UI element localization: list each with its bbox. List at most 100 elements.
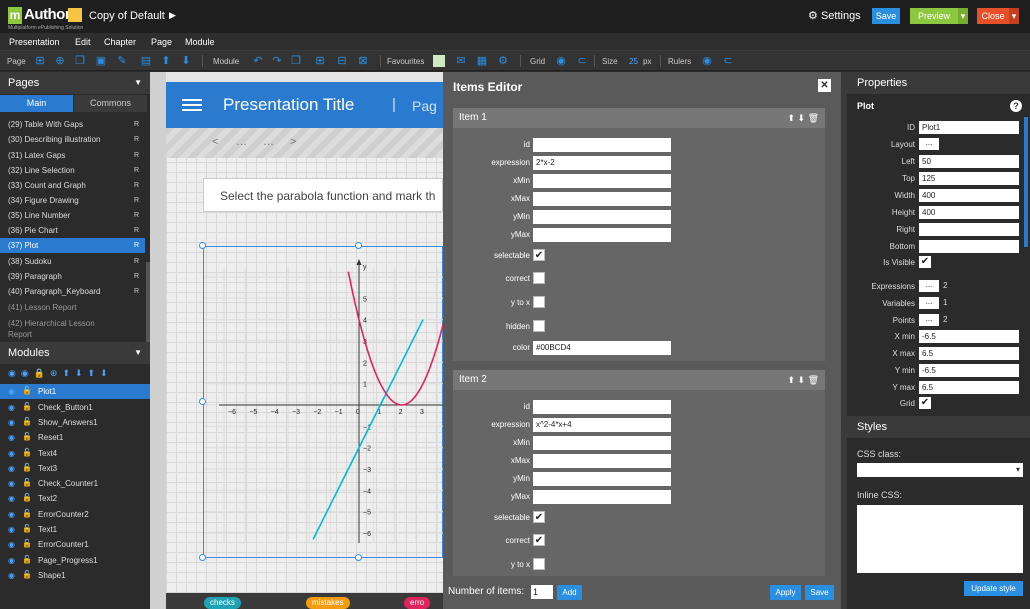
item-hidden-checkbox[interactable] [533,320,545,332]
close-button[interactable]: Close [977,8,1009,24]
item-id-field[interactable] [533,138,671,152]
collapse-chevron-icon[interactable]: ▼ [134,342,142,364]
item-expression-field[interactable]: 2*x-2 [533,156,671,170]
update-style-button[interactable]: Update style [964,581,1023,596]
copy-module-icon[interactable]: ❐ [290,55,302,67]
page-item[interactable]: (38) Sudoku R [0,254,145,269]
prop-bottom-field[interactable] [919,240,1019,253]
item-y-to-x-checkbox[interactable] [533,296,545,308]
prop-id-field[interactable]: Plot1 [919,121,1019,134]
module-row[interactable]: ◉ 🔓 Show_Answers1 [0,415,150,430]
item-ymin-field[interactable] [533,472,671,486]
item-xmin-field[interactable] [533,436,671,450]
undo-icon[interactable]: ↶ [252,55,264,67]
page-item[interactable]: (39) Paragraph R [0,269,145,284]
resize-handle[interactable] [199,554,206,561]
rulers-visibility-eye-icon[interactable]: ◉ [701,55,713,67]
module-row[interactable]: ◉ 🔓 Page_Progress1 [0,553,150,568]
grid-visibility-eye-icon[interactable]: ◉ [555,55,567,67]
item-xmin-field[interactable] [533,174,671,188]
menu-page[interactable]: Page [151,37,172,47]
page-item[interactable]: (29) Table With Gaps R [0,117,145,132]
item-correct-checkbox[interactable] [533,272,545,284]
close-dropdown-icon[interactable]: ▾ [1009,8,1019,24]
paste-page-icon[interactable]: ▣ [95,55,107,67]
snap-to-rulers-icon[interactable]: ⊂ [722,55,734,67]
apply-button[interactable]: Apply [770,585,801,600]
page-item-selected[interactable]: (37) Plot R [0,238,145,253]
item-move-delete-icons[interactable]: ⬆ ⬇ 🗑 [787,370,819,390]
item-move-delete-icons[interactable]: ⬆ ⬇ 🗑 [787,108,819,128]
item-selectable-checkbox[interactable]: ✔ [533,511,545,523]
item-expression-field[interactable]: x^2-4*x+4 [533,418,671,432]
module-row-selected[interactable]: ◉ 🔓 Plot1 [0,384,150,399]
prop-height-field[interactable]: 400 [919,206,1019,219]
prop-ymin-field[interactable]: -6.5 [919,364,1019,377]
module-row[interactable]: ◉ 🔓 ErrorCounter1 [0,537,150,552]
module-row[interactable]: ◉ 🔓 Check_Counter1 [0,476,150,491]
save-button[interactable]: Save [872,8,900,24]
menu-edit[interactable]: Edit [75,37,91,47]
page-item[interactable]: (36) Pie Chart R [0,223,145,238]
page-item[interactable]: (33) Count and Graph R [0,178,145,193]
prop-layout-button[interactable]: ... [919,138,939,150]
settings-button[interactable]: ⚙ Settings [808,9,861,22]
prop-ymax-field[interactable]: 6.5 [919,381,1019,394]
page-item[interactable]: (40) Paragraph_Keyboard R [0,284,145,299]
delete-page-icon[interactable]: ▤ [140,55,152,67]
tab-commons[interactable]: Commons [74,95,147,112]
prop-grid-checkbox[interactable]: ✔ [919,397,931,409]
tab-main[interactable]: Main [0,95,73,112]
close-icon[interactable]: ✕ [818,79,831,92]
grid-size-value[interactable]: 25 [629,57,638,66]
module-row[interactable]: ◉ 🔓 Shape1 [0,568,150,583]
group-icon[interactable]: ⊟ [336,55,348,67]
item-selectable-checkbox[interactable]: ✔ [533,249,545,261]
resize-handle[interactable] [355,554,362,561]
move-down-icon[interactable]: ⬇ [180,55,192,67]
item-correct-checkbox[interactable]: ✔ [533,534,545,546]
modules-toolbar-icons[interactable]: ◉◉🔒⊕⬆⬇⬆⬇ [8,368,148,380]
item-ymax-field[interactable] [533,490,671,504]
prop-top-field[interactable]: 125 [919,172,1019,185]
nav-prev-icon[interactable]: < [212,136,218,148]
prop-is-visible-checkbox[interactable]: ✔ [919,256,931,268]
question-text-module[interactable]: Select the parabola function and mark th [203,178,443,212]
resize-handle[interactable] [199,242,206,249]
prop-xmin-field[interactable]: -6.5 [919,330,1019,343]
copy-page-icon[interactable]: ❐ [74,55,86,67]
module-row[interactable]: ◉ 🔓 Reset1 [0,430,150,445]
item-xmax-field[interactable] [533,454,671,468]
item-color-field[interactable]: #00BCD4 [533,341,671,355]
prop-expressions-button[interactable]: ... [919,280,939,292]
resize-handle[interactable] [355,242,362,249]
css-class-select[interactable]: ▾ [857,463,1023,477]
properties-scrollbar[interactable] [1024,117,1028,247]
prop-left-field[interactable]: 50 [919,155,1019,168]
module-row[interactable]: ◉ 🔓 Text2 [0,491,150,506]
module-row[interactable]: ◉ 🔓 Check_Button1 [0,400,150,415]
item-ymax-field[interactable] [533,228,671,242]
page-item[interactable]: (35) Line Number R [0,208,145,223]
presentation-menu-arrow-icon[interactable]: ▶ [169,10,176,21]
snap-to-grid-icon[interactable]: ⊂ [576,55,588,67]
module-row[interactable]: ◉ 🔓 Text4 [0,446,150,461]
item-ymin-field[interactable] [533,210,671,224]
presentation-title[interactable]: Copy of Default [89,10,165,22]
page-item[interactable]: (30) Describing illustration R [0,132,145,147]
preview-button[interactable]: Preview [910,8,958,24]
number-of-items-input[interactable]: 1 [531,585,553,599]
module-row[interactable]: ◉ 🔓 Text1 [0,522,150,537]
nav-next-icon[interactable]: > [290,136,296,148]
add-page-icon[interactable]: ⊞ [34,55,46,67]
rename-page-icon[interactable]: ✎ [116,55,128,67]
image-module-icon[interactable] [433,55,445,67]
menu-chapter[interactable]: Chapter [104,37,136,47]
add-item-button[interactable]: Add [557,585,582,600]
text-module-icon[interactable]: ✉ [455,55,467,67]
move-up-icon[interactable]: ⬆ [160,55,172,67]
resize-handle[interactable] [199,398,206,405]
module-row[interactable]: ◉ 🔓 Text3 [0,461,150,476]
plot-module[interactable]: −6 −5 −4 −3 −2 −1 0 1 2 3 5 4 3 2 1 −1 −2 −3 −4 −5 −6 y [203,246,443,558]
abc-module-icon[interactable]: ▦ [476,55,488,67]
